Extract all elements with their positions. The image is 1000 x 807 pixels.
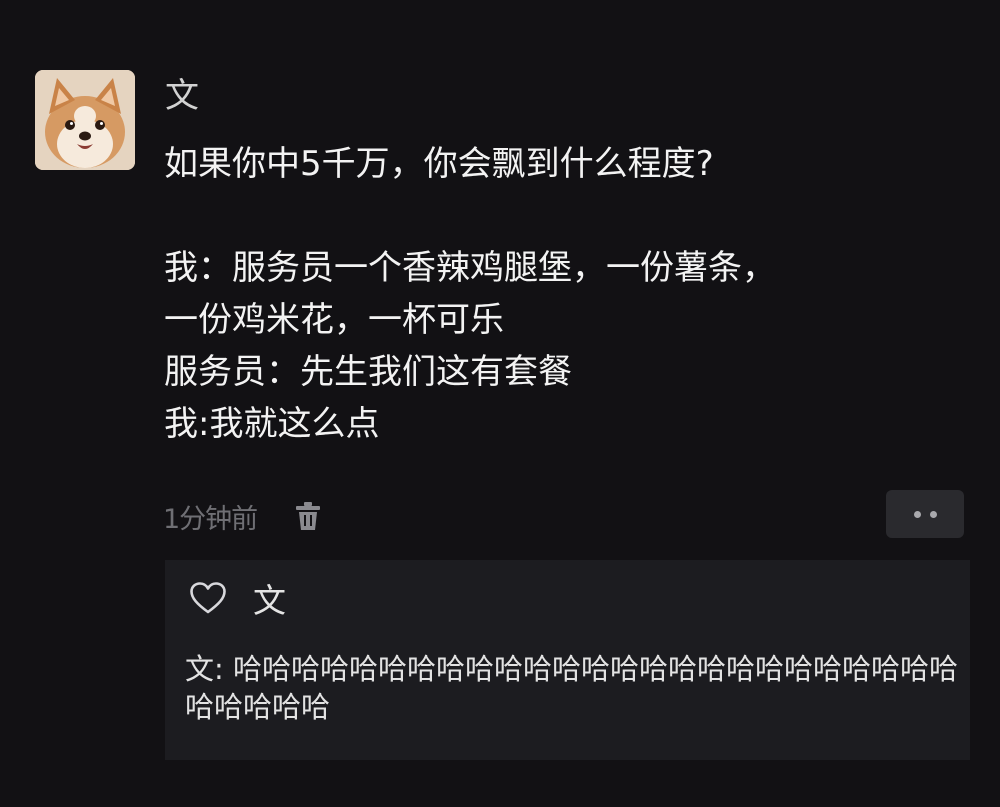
heart-icon[interactable]	[189, 581, 227, 615]
post-line: 我：服务员一个香辣鸡腿堡，一份薯条，	[164, 248, 776, 288]
shiba-dog-avatar-icon	[35, 70, 135, 170]
post-time: 1分钟前	[163, 503, 258, 535]
post-line: 服务员：先生我们这有套餐	[164, 352, 572, 392]
post-line: 如果你中5千万，你会飘到什么程度?	[164, 144, 714, 184]
post-author[interactable]: 文	[165, 74, 199, 118]
post-line: 我:我就这么点	[164, 404, 380, 444]
post-line-blank	[164, 190, 964, 242]
post-meta: 1分钟前	[163, 494, 323, 538]
comment-item[interactable]: 文: 哈哈哈哈哈哈哈哈哈哈哈哈哈哈哈哈哈哈哈哈哈哈哈哈哈哈哈哈哈哈	[185, 650, 960, 726]
post-content: 如果你中5千万，你会飘到什么程度? 我：服务员一个香辣鸡腿堡，一份薯条， 一份鸡…	[164, 138, 964, 450]
post-line: 一份鸡米花，一杯可乐	[164, 300, 504, 340]
dot	[929, 510, 937, 518]
likes-row: 文	[189, 576, 286, 620]
comment-text: 哈哈哈哈哈哈哈哈哈哈哈哈哈哈哈哈哈哈哈哈哈哈哈哈哈哈哈哈哈哈	[185, 652, 959, 724]
avatar[interactable]	[35, 70, 135, 170]
comment-separator: :	[214, 652, 234, 686]
more-dots-icon[interactable]	[886, 490, 964, 538]
trash-icon[interactable]	[293, 499, 323, 533]
interaction-panel: 文 文: 哈哈哈哈哈哈哈哈哈哈哈哈哈哈哈哈哈哈哈哈哈哈哈哈哈哈哈哈哈哈	[165, 560, 970, 760]
comment-author[interactable]: 文	[185, 652, 214, 686]
dot	[913, 510, 921, 518]
liked-by-name[interactable]: 文	[253, 574, 286, 622]
